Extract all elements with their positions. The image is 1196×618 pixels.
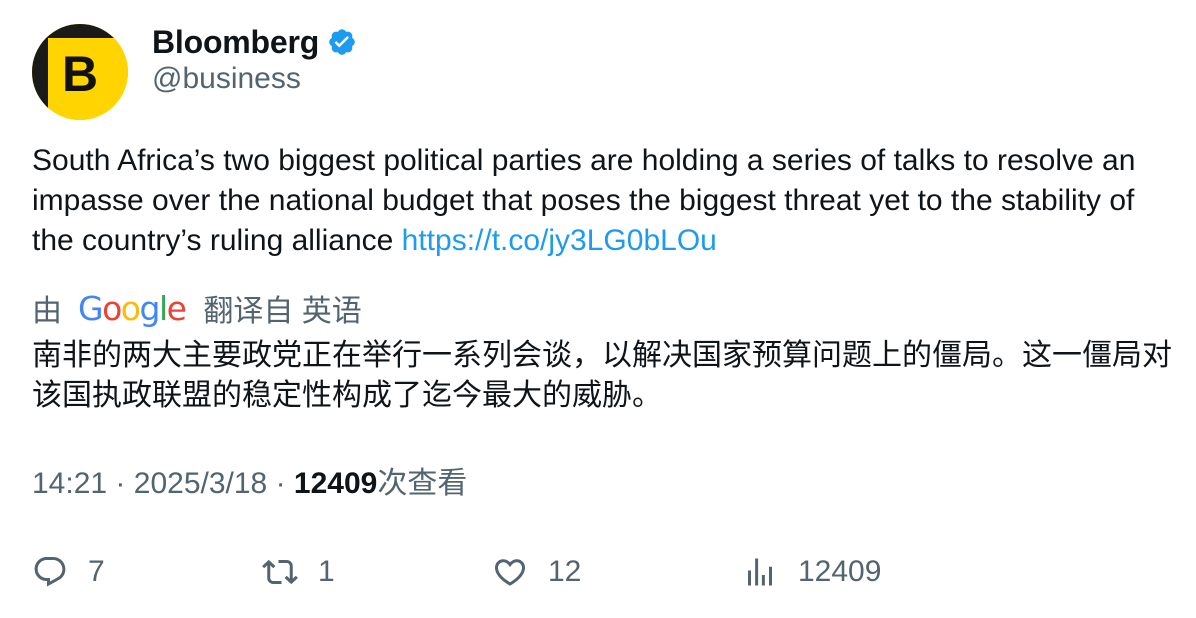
action-bar: 7 1 12 12409 [0,548,1196,596]
verified-badge-icon [327,27,357,57]
author-handle[interactable]: @business [152,62,301,96]
tweet-text: South Africa’s two biggest political par… [32,141,1172,261]
like-button[interactable]: 12 [492,548,581,596]
views-total: 12409 [798,555,882,588]
like-count: 12 [548,555,582,588]
views-chart-icon [748,558,772,586]
tweet-meta: 14:21 · 2025/3/18 · 12409次查看 [32,464,467,504]
tweet-time[interactable]: 14:21 [32,467,107,500]
reply-count: 7 [88,555,105,588]
avatar[interactable]: B [32,24,128,120]
views-button[interactable]: 12409 [742,548,881,596]
tweet-link[interactable]: https://t.co/jy3LG0bLOu [402,224,717,257]
google-logo-icon: Google [78,288,187,328]
meta-separator: · [275,467,286,500]
author-name-row[interactable]: Bloomberg [152,22,357,62]
avatar-letter: B [62,46,98,102]
views-count: 12409 [293,467,378,500]
translation-attribution: 由 Google 翻译自 英语 [32,286,362,330]
author-display-name[interactable]: Bloomberg [152,24,319,61]
meta-separator: · [115,467,126,500]
retweet-count: 1 [318,555,335,588]
reply-button[interactable]: 7 [32,548,105,596]
retweet-button[interactable]: 1 [262,548,335,596]
tweet-card: B Bloomberg @business South Africa’s two… [0,0,1196,618]
tweet-date[interactable]: 2025/3/18 [134,467,267,500]
heart-icon [494,559,526,586]
retweet-icon [262,559,298,585]
translation-prefix: 由 [32,295,62,328]
bloomberg-logo-icon: B [32,24,128,120]
views-label: 次查看 [377,467,468,500]
translated-text: 南非的两大主要政党正在举行一系列会谈，以解决国家预算问题上的僵局。这一僵局对该国… [32,339,1172,412]
reply-icon [34,557,66,587]
translation-suffix: 翻译自 英语 [203,295,362,328]
